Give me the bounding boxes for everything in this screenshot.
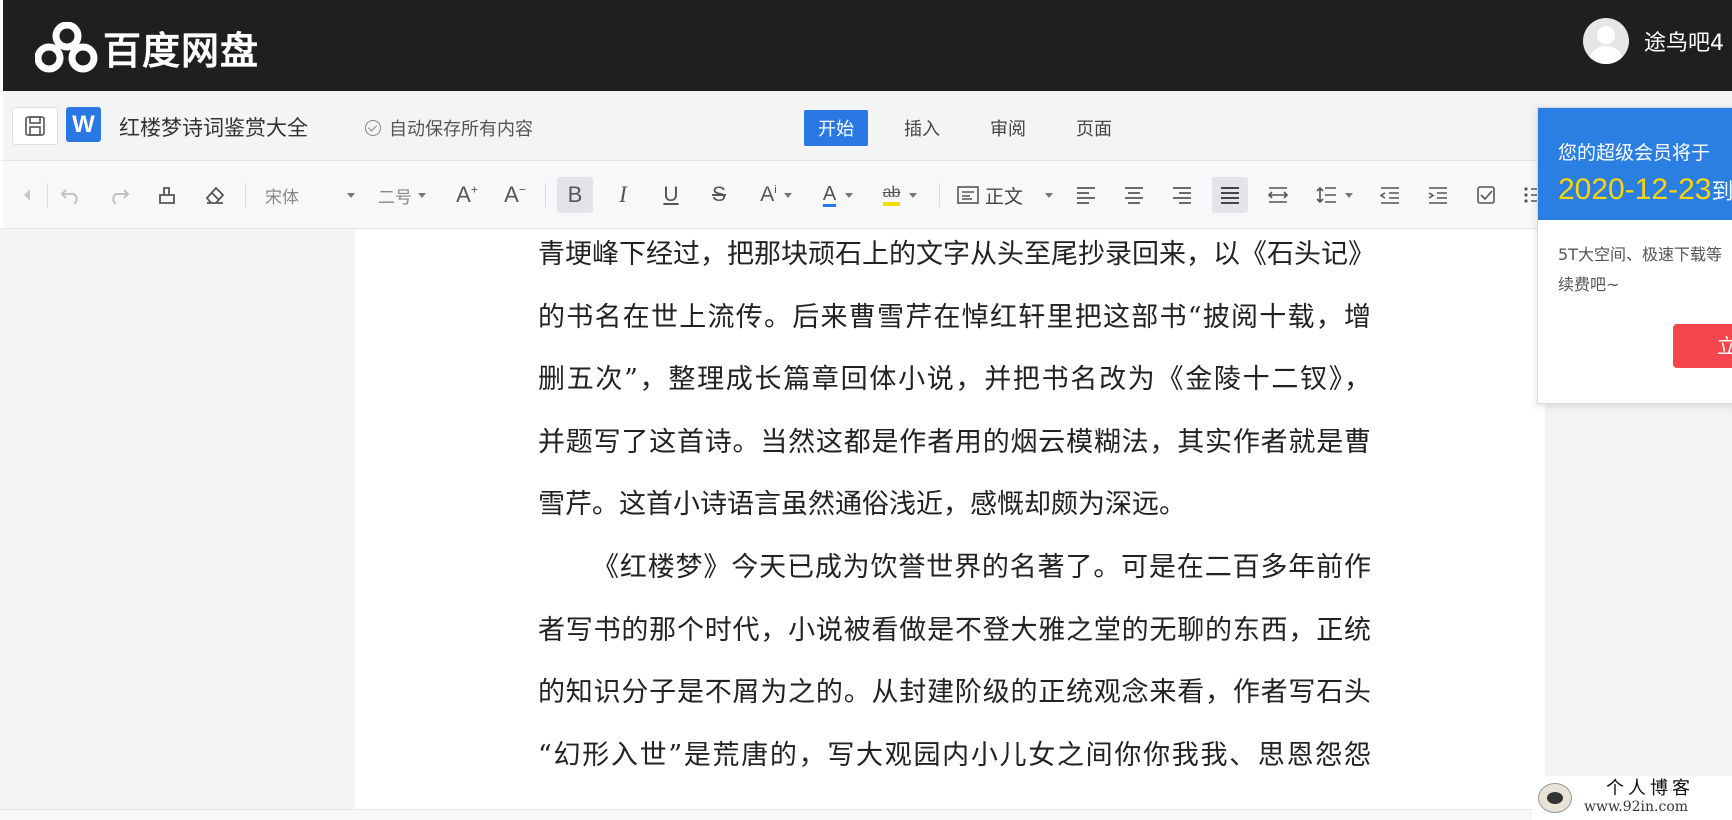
text-line: 雪芹。这首小诗语言虽然通俗浅近，感慨却颇为深远。 xyxy=(538,489,1186,521)
app-header: 百度网盘 途鸟吧4 xyxy=(0,0,1732,91)
paragraph-style-icon xyxy=(957,186,979,204)
font-family-select[interactable]: 宋体 xyxy=(265,177,361,213)
tab-page[interactable]: 页面 xyxy=(1062,110,1126,146)
decrease-font-icon[interactable]: A− xyxy=(499,177,531,213)
tab-review[interactable]: 审阅 xyxy=(976,110,1040,146)
logo-text: 百度网盘 xyxy=(103,29,260,73)
autosave-status: 自动保存所有内容 xyxy=(365,115,533,141)
outdent-icon[interactable] xyxy=(1373,177,1407,213)
word-doc-icon: W xyxy=(66,107,101,142)
align-left-icon[interactable] xyxy=(1069,177,1103,213)
chevron-down-icon xyxy=(783,192,792,198)
popup-header: 您的超级会员将于 2020-12-23到 xyxy=(1538,108,1732,220)
chevron-down-icon xyxy=(347,192,355,198)
strikethrough-icon[interactable]: S xyxy=(703,177,735,213)
watermark-text: 个人博客 www.92in.com xyxy=(1584,780,1694,816)
popup-body-line: 续费吧~ xyxy=(1558,275,1620,294)
text-line: 者写书的那个时代，小说被看做是不登大雅之堂的无聊的东西，正统 xyxy=(538,614,1371,646)
document-page[interactable]: 青埂峰下经过，把那块顽石上的文字从头至尾抄录回来，以《石头记》 的书名在世上流传… xyxy=(355,229,1545,809)
save-icon xyxy=(25,116,45,136)
superscript-icon[interactable]: Ai xyxy=(751,177,801,213)
watermark-url: www.92in.com xyxy=(1584,799,1689,815)
watermark: 个人博客 www.92in.com xyxy=(1532,776,1732,820)
format-painter-icon[interactable] xyxy=(151,177,183,213)
toolbar-divider xyxy=(939,183,940,207)
status-bar xyxy=(0,809,1732,820)
avatar[interactable] xyxy=(1583,18,1629,64)
bold-icon[interactable]: B xyxy=(557,177,593,213)
italic-icon[interactable]: I xyxy=(607,177,639,213)
username[interactable]: 途鸟吧4 xyxy=(1644,25,1724,57)
popup-date: 2020-12-23到 xyxy=(1558,173,1732,207)
line-spacing-icon[interactable] xyxy=(1309,177,1359,213)
vip-expiry-popup: 您的超级会员将于 2020-12-23到 5T大空间、极速下载等 续费吧~ 立 xyxy=(1537,107,1732,404)
align-right-icon[interactable] xyxy=(1165,177,1199,213)
text-line: 的知识分子是不屑为之的。从封建阶级的正统观念来看，作者写石头 xyxy=(538,677,1371,709)
paragraph-style-value: 正文 xyxy=(984,185,1023,208)
eraser-icon[interactable] xyxy=(199,177,231,213)
watermark-face-icon xyxy=(1538,783,1572,813)
letter-spacing-icon[interactable] xyxy=(1261,177,1295,213)
font-family-value: 宋体 xyxy=(265,187,299,208)
save-button[interactable] xyxy=(12,107,58,145)
autosave-label: 自动保存所有内容 xyxy=(389,119,533,140)
paragraph-style-select[interactable]: 正文 xyxy=(957,177,1053,213)
popup-body: 5T大空间、极速下载等 续费吧~ xyxy=(1538,220,1732,300)
chevron-down-icon xyxy=(1344,192,1353,198)
font-color-icon[interactable]: A xyxy=(815,177,861,213)
document-titlebar: W 红楼梦诗词鉴赏大全 自动保存所有内容 开始 插入 审阅 页面 xyxy=(0,91,1732,161)
expiry-date: 2020-12-23 xyxy=(1558,173,1712,206)
toolbar-divider xyxy=(245,183,246,207)
chevron-down-icon xyxy=(845,192,854,198)
check-circle-icon xyxy=(365,120,381,136)
user-menu[interactable]: 途鸟吧4 xyxy=(1583,18,1724,64)
toolbar-divider xyxy=(47,183,48,207)
align-center-icon[interactable] xyxy=(1117,177,1151,213)
undo-icon[interactable] xyxy=(55,177,87,213)
paragraph[interactable]: 青埂峰下经过，把那块顽石上的文字从头至尾抄录回来，以《石头记》 的书名在世上流传… xyxy=(538,229,1375,537)
text-line: 的书名在世上流传。后来曹雪芹在悼红轩里把这部书“披阅十载，增 xyxy=(538,301,1371,333)
chevron-down-icon xyxy=(909,192,918,198)
tab-insert[interactable]: 插入 xyxy=(890,110,954,146)
formatting-toolbar: 宋体 二号 A+ A− B I U S Ai A ab 正文 xyxy=(0,161,1732,229)
font-size-select[interactable]: 二号 xyxy=(378,177,434,213)
chevron-down-icon xyxy=(418,192,426,198)
tab-start[interactable]: 开始 xyxy=(804,110,868,146)
font-size-value: 二号 xyxy=(378,187,412,208)
ribbon-tabs: 开始 插入 审阅 页面 xyxy=(804,110,1148,146)
highlight-icon[interactable]: ab xyxy=(877,177,923,213)
watermark-title: 个人博客 xyxy=(1606,778,1694,799)
date-suffix: 到 xyxy=(1711,179,1732,204)
indent-icon[interactable] xyxy=(1421,177,1455,213)
document-title[interactable]: 红楼梦诗词鉴赏大全 xyxy=(119,112,308,142)
paragraph[interactable]: 《红楼梦》今天已成为饮誉世界的名著了。可是在二百多年前作 者写书的那个时代，小说… xyxy=(538,537,1371,787)
redo-icon[interactable] xyxy=(103,177,135,213)
renew-button[interactable]: 立 xyxy=(1673,324,1732,368)
text-line: 《红楼梦》今天已成为饮誉世界的名著了。可是在二百多年前作 xyxy=(592,552,1371,583)
collapse-icon[interactable] xyxy=(17,177,37,213)
checklist-icon[interactable] xyxy=(1469,177,1503,213)
toolbar-divider xyxy=(545,183,546,207)
popup-title: 您的超级会员将于 xyxy=(1558,142,1711,164)
text-line: 青埂峰下经过，把那块顽石上的文字从头至尾抄录回来，以《石头记》 xyxy=(538,239,1375,270)
popup-body-line: 5T大空间、极速下载等 xyxy=(1558,245,1722,264)
cloud-logo-icon xyxy=(35,21,98,72)
align-justify-icon[interactable] xyxy=(1212,177,1248,213)
chevron-down-icon xyxy=(1045,192,1053,198)
text-line: 并题写了这首诗。当然这都是作者用的烟云模糊法，其实作者就是曹 xyxy=(538,426,1371,458)
text-line: 删五次”，整理成长篇章回体小说，并把书名改为《金陵十二钗》， xyxy=(538,364,1371,396)
underline-icon[interactable]: U xyxy=(655,177,687,213)
baidu-netdisk-logo[interactable]: 百度网盘 xyxy=(35,20,259,75)
increase-font-icon[interactable]: A+ xyxy=(451,177,483,213)
text-line: “幻形入世”是荒唐的，写大观园内小儿女之间你你我我、思恩怨怨 xyxy=(538,739,1371,771)
